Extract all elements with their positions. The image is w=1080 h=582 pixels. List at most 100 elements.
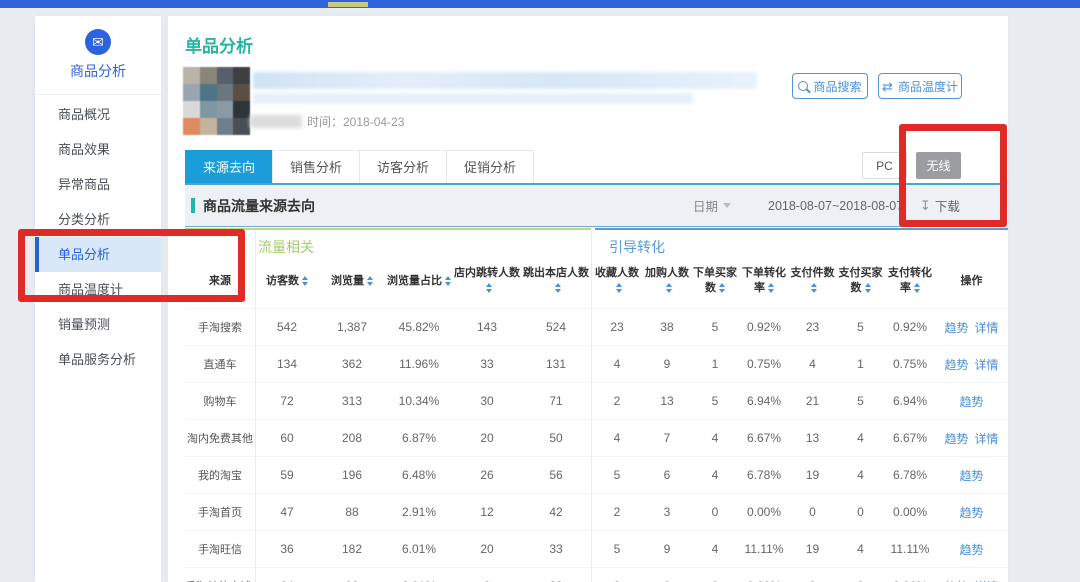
value-cell: 4	[591, 357, 643, 371]
value-cell: 6.78%	[739, 468, 789, 482]
detail-link[interactable]: 详情	[975, 358, 999, 372]
sort-icon[interactable]	[914, 283, 920, 293]
tab[interactable]: 访客分析	[359, 150, 446, 184]
sidebar-divider	[35, 94, 161, 95]
table-row: 直通车13436211.96%331314910.75%410.75%趋势详情	[185, 345, 1008, 382]
column-header-label: 跳出本店人数	[523, 267, 589, 279]
sidebar-item[interactable]: 异常商品	[35, 167, 161, 202]
value-cell: 0.00%	[885, 505, 935, 519]
column-header[interactable]: 支付件数	[789, 266, 836, 296]
sidebar-item[interactable]: 商品概况	[35, 97, 161, 132]
value-cell: 59	[255, 468, 319, 482]
product-thermometer-button[interactable]: ⇄ 商品温度计	[878, 73, 962, 99]
date-range-value[interactable]: 2018-08-07~2018-08-07	[768, 199, 903, 213]
column-header[interactable]: 支付买家数	[836, 266, 885, 296]
value-cell: 19	[789, 542, 836, 556]
sort-icon[interactable]	[811, 283, 817, 293]
tab[interactable]: 促销分析	[446, 150, 534, 184]
table-row: 淘内免费其他602086.87%20504746.67%1346.67%趋势详情	[185, 419, 1008, 456]
actions-cell: 趋势	[935, 504, 1008, 521]
column-header: 来源	[185, 274, 255, 289]
column-header[interactable]: 浏览量占比	[385, 274, 453, 289]
sidebar-item[interactable]: 单品服务分析	[35, 342, 161, 377]
column-header[interactable]: 加购人数	[643, 266, 691, 296]
column-header-label: 加购人数	[645, 267, 689, 279]
column-header[interactable]: 浏览量	[319, 274, 385, 289]
column-header-label: 浏览量占比	[387, 275, 442, 287]
value-cell: 4	[836, 468, 885, 482]
value-cell: 4	[691, 468, 739, 482]
value-cell: 13	[643, 394, 691, 408]
value-cell: 542	[255, 320, 319, 334]
trend-link[interactable]: 趋势	[944, 321, 968, 335]
value-cell: 362	[319, 357, 385, 371]
conversion-group-underline	[595, 228, 1008, 230]
value-cell: 0.75%	[885, 357, 935, 371]
column-header[interactable]: 访客数	[255, 274, 319, 289]
device-toggle-button[interactable]: PC	[862, 152, 907, 179]
actions-cell: 趋势	[935, 467, 1008, 484]
value-cell: 6.01%	[385, 542, 453, 556]
column-header[interactable]: 店内跳转人数	[453, 266, 521, 296]
date-filter-dropdown[interactable]: 日期	[693, 196, 731, 215]
source-cell: 手淘首页	[185, 504, 255, 520]
column-header[interactable]: 支付转化率	[885, 266, 935, 296]
sidebar-item[interactable]: 销量预测	[35, 307, 161, 342]
caret-down-icon	[723, 203, 731, 208]
sort-icon[interactable]	[719, 283, 725, 293]
device-toggle-button[interactable]: 无线	[916, 152, 961, 179]
tab-bar: 来源去向销售分析访客分析促销分析	[185, 150, 534, 184]
value-cell: 5	[691, 320, 739, 334]
date-filter-label: 日期	[693, 196, 718, 215]
sidebar-item[interactable]: 分类分析	[35, 202, 161, 237]
sort-icon[interactable]	[616, 283, 622, 293]
sidebar-item[interactable]: 单品分析	[35, 237, 161, 272]
download-button[interactable]: ↧ 下载	[920, 196, 960, 215]
trend-link[interactable]: 趋势	[944, 432, 968, 446]
value-cell: 6	[643, 468, 691, 482]
product-search-button[interactable]: 商品搜索	[792, 73, 868, 99]
detail-link[interactable]: 详情	[975, 432, 999, 446]
value-cell: 23	[591, 320, 643, 334]
column-header-label: 支付买家数	[839, 267, 883, 294]
column-header[interactable]: 下单买家数	[691, 266, 739, 296]
sort-icon[interactable]	[865, 283, 871, 293]
value-cell: 0	[836, 505, 885, 519]
trend-link[interactable]: 趋势	[959, 506, 983, 520]
sort-icon[interactable]	[555, 283, 561, 293]
sort-icon[interactable]	[486, 283, 492, 293]
value-cell: 313	[319, 394, 385, 408]
value-cell: 20	[453, 542, 521, 556]
trend-link[interactable]: 趋势	[944, 358, 968, 372]
page-title: 单品分析	[185, 32, 253, 57]
trend-link[interactable]: 趋势	[959, 395, 983, 409]
tab[interactable]: 来源去向	[185, 150, 272, 184]
browser-top-bar	[0, 0, 1080, 8]
sidebar-header: ✉ 商品分析	[35, 16, 161, 81]
source-cell: 我的淘宝	[185, 467, 255, 483]
detail-link[interactable]: 详情	[975, 321, 999, 335]
product-date-label-blurred	[250, 115, 302, 128]
tab[interactable]: 销售分析	[272, 150, 359, 184]
sort-icon[interactable]	[445, 276, 451, 286]
trend-link[interactable]: 趋势	[959, 543, 983, 557]
value-cell: 5	[836, 320, 885, 334]
value-cell: 524	[521, 320, 591, 334]
column-header[interactable]: 下单转化率	[739, 266, 789, 296]
section-accent-bar	[191, 198, 195, 213]
sort-icon[interactable]	[302, 276, 308, 286]
column-header-label: 下单买家数	[693, 267, 737, 294]
sort-icon[interactable]	[666, 283, 672, 293]
column-header[interactable]: 收藏人数	[591, 266, 643, 296]
value-cell: 20	[453, 431, 521, 445]
sidebar-item[interactable]: 商品效果	[35, 132, 161, 167]
sort-icon[interactable]	[367, 276, 373, 286]
value-cell: 10.34%	[385, 394, 453, 408]
trend-link[interactable]: 趋势	[959, 469, 983, 483]
column-header-label: 浏览量	[331, 275, 364, 287]
sidebar-item[interactable]: 商品温度计	[35, 272, 161, 307]
sort-icon[interactable]	[768, 283, 774, 293]
device-toggle: PC 无线	[862, 152, 961, 179]
column-header[interactable]: 跳出本店人数	[521, 266, 591, 296]
value-cell: 4	[836, 431, 885, 445]
